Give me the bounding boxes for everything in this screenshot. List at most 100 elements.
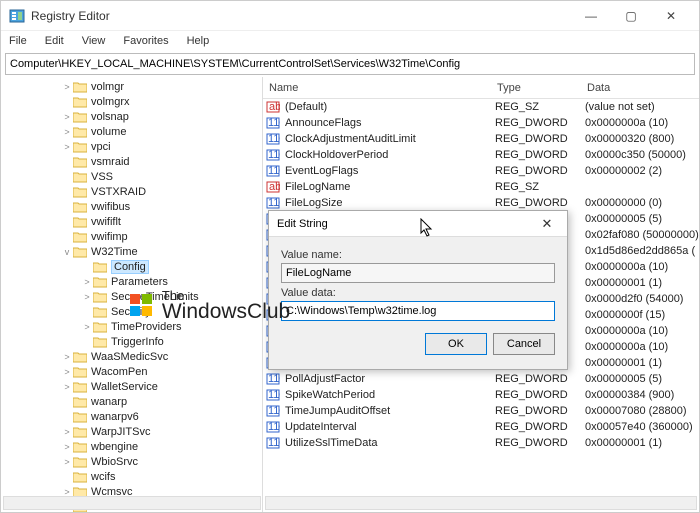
- valuename-input[interactable]: [281, 263, 555, 283]
- tree-label: Config: [111, 260, 149, 274]
- svg-text:110: 110: [268, 197, 280, 209]
- value-row[interactable]: 110TimeJumpAuditOffsetREG_DWORD0x0000708…: [263, 403, 699, 419]
- tree-hscrollbar[interactable]: [3, 496, 261, 510]
- tree-item[interactable]: wanarp: [1, 394, 262, 409]
- tree-item[interactable]: VSS: [1, 169, 262, 184]
- tree-item[interactable]: vW32Time: [1, 244, 262, 259]
- svg-text:110: 110: [268, 405, 280, 417]
- expand-icon[interactable]: v: [61, 247, 73, 257]
- dword-icon: 110: [265, 164, 281, 178]
- tree-item[interactable]: vwifimp: [1, 229, 262, 244]
- dword-icon: 110: [265, 436, 281, 450]
- expand-icon[interactable]: >: [81, 292, 93, 302]
- expand-icon[interactable]: >: [61, 382, 73, 392]
- value-data: 0x00000384 (900): [585, 389, 674, 401]
- tree-item[interactable]: >WalletService: [1, 379, 262, 394]
- tree-pane[interactable]: >volmgrvolmgrx>volsnap>volume>vpcivsmrai…: [1, 77, 263, 512]
- cancel-button[interactable]: Cancel: [493, 333, 555, 355]
- value-row[interactable]: 110PollAdjustFactorREG_DWORD0x00000005 (…: [263, 371, 699, 387]
- tree-label: wanarp: [91, 396, 127, 408]
- expand-icon[interactable]: >: [61, 367, 73, 377]
- tree-item[interactable]: Config: [1, 259, 262, 274]
- expand-icon[interactable]: >: [61, 127, 73, 137]
- value-row[interactable]: 110FileLogSizeREG_DWORD0x00000000 (0): [263, 195, 699, 211]
- col-name[interactable]: Name: [263, 82, 491, 94]
- tree-item[interactable]: >Parameters: [1, 274, 262, 289]
- tree-item[interactable]: TriggerInfo: [1, 334, 262, 349]
- titlebar[interactable]: Registry Editor — ▢ ✕: [1, 1, 699, 31]
- valuedata-input[interactable]: [281, 301, 555, 321]
- dialog-close-button[interactable]: ✕: [535, 216, 559, 232]
- value-row[interactable]: 110AnnounceFlagsREG_DWORD0x0000000a (10): [263, 115, 699, 131]
- tree-item[interactable]: wcifs: [1, 469, 262, 484]
- value-row[interactable]: abFileLogNameREG_SZ: [263, 179, 699, 195]
- tree-item[interactable]: volmgrx: [1, 94, 262, 109]
- tree-item[interactable]: VSTXRAID: [1, 184, 262, 199]
- expand-icon[interactable]: >: [61, 112, 73, 122]
- tree-item[interactable]: >vpci: [1, 139, 262, 154]
- value-data: 0x0000c350 (50000): [585, 149, 686, 161]
- tree-item[interactable]: vwifibus: [1, 199, 262, 214]
- grid-hscrollbar[interactable]: [265, 496, 697, 510]
- tree-item[interactable]: >SecureTimeLimits: [1, 289, 262, 304]
- tree-label: vwififlt: [91, 216, 121, 228]
- folder-icon: [73, 111, 87, 123]
- expand-icon[interactable]: >: [61, 142, 73, 152]
- menu-edit[interactable]: Edit: [41, 34, 68, 48]
- svg-text:110: 110: [268, 133, 280, 145]
- value-row[interactable]: 110ClockHoldoverPeriodREG_DWORD0x0000c35…: [263, 147, 699, 163]
- col-type[interactable]: Type: [491, 82, 581, 94]
- expand-icon[interactable]: >: [61, 427, 73, 437]
- menu-help[interactable]: Help: [183, 34, 214, 48]
- tree-item[interactable]: >WacomPen: [1, 364, 262, 379]
- tree-item[interactable]: >volsnap: [1, 109, 262, 124]
- expand-icon[interactable]: >: [61, 352, 73, 362]
- folder-icon: [73, 216, 87, 228]
- col-data[interactable]: Data: [581, 82, 699, 94]
- menu-view[interactable]: View: [78, 34, 110, 48]
- expand-icon[interactable]: >: [61, 82, 73, 92]
- tree-item[interactable]: wanarpv6: [1, 409, 262, 424]
- dialog-titlebar[interactable]: Edit String ✕: [269, 211, 567, 237]
- close-button[interactable]: ✕: [651, 2, 691, 30]
- grid-header[interactable]: Name Type Data: [263, 77, 699, 99]
- minimize-button[interactable]: —: [571, 2, 611, 30]
- tree-item[interactable]: >WaaSMedicSvc: [1, 349, 262, 364]
- expand-icon[interactable]: >: [81, 322, 93, 332]
- tree-label: TimeProviders: [111, 321, 182, 333]
- menu-file[interactable]: File: [5, 34, 31, 48]
- address-bar[interactable]: Computer\HKEY_LOCAL_MACHINE\SYSTEM\Curre…: [5, 53, 695, 75]
- value-row[interactable]: 110UtilizeSslTimeDataREG_DWORD0x00000001…: [263, 435, 699, 451]
- tree-item[interactable]: >WarpJITSvc: [1, 424, 262, 439]
- value-row[interactable]: 110SpikeWatchPeriodREG_DWORD0x00000384 (…: [263, 387, 699, 403]
- expand-icon[interactable]: >: [61, 442, 73, 452]
- value-data: 0x02faf080 (50000000): [585, 229, 699, 241]
- tree-item[interactable]: > TimeProviders: [1, 319, 262, 334]
- tree-item[interactable]: Security: [1, 304, 262, 319]
- value-row[interactable]: 110UpdateIntervalREG_DWORD0x00057e40 (36…: [263, 419, 699, 435]
- edit-string-dialog[interactable]: Edit String ✕ Value name: Value data: OK…: [268, 210, 568, 370]
- tree-label: volume: [91, 126, 126, 138]
- address-text: Computer\HKEY_LOCAL_MACHINE\SYSTEM\Curre…: [10, 58, 460, 70]
- maximize-button[interactable]: ▢: [611, 2, 651, 30]
- value-row[interactable]: ab(Default)REG_SZ(value not set): [263, 99, 699, 115]
- value-row[interactable]: 110ClockAdjustmentAuditLimitREG_DWORD0x0…: [263, 131, 699, 147]
- tree-item[interactable]: > volume: [1, 124, 262, 139]
- tree-item[interactable]: vsmraid: [1, 154, 262, 169]
- tree-item[interactable]: vwififlt: [1, 214, 262, 229]
- value-data: 0x00000001 (1): [585, 277, 662, 289]
- expand-icon[interactable]: >: [61, 457, 73, 467]
- tree-item[interactable]: >wbengine: [1, 439, 262, 454]
- menu-favorites[interactable]: Favorites: [119, 34, 172, 48]
- folder-icon: [73, 126, 87, 138]
- ok-button[interactable]: OK: [425, 333, 487, 355]
- value-type: REG_DWORD: [495, 117, 585, 129]
- folder-icon: [73, 246, 87, 258]
- folder-icon: [93, 306, 107, 318]
- expand-icon[interactable]: >: [61, 487, 73, 497]
- tree-item[interactable]: >volmgr: [1, 79, 262, 94]
- expand-icon[interactable]: >: [81, 277, 93, 287]
- tree-item[interactable]: >WbioSrvc: [1, 454, 262, 469]
- value-row[interactable]: 110EventLogFlagsREG_DWORD0x00000002 (2): [263, 163, 699, 179]
- tree-label: Security: [111, 306, 151, 318]
